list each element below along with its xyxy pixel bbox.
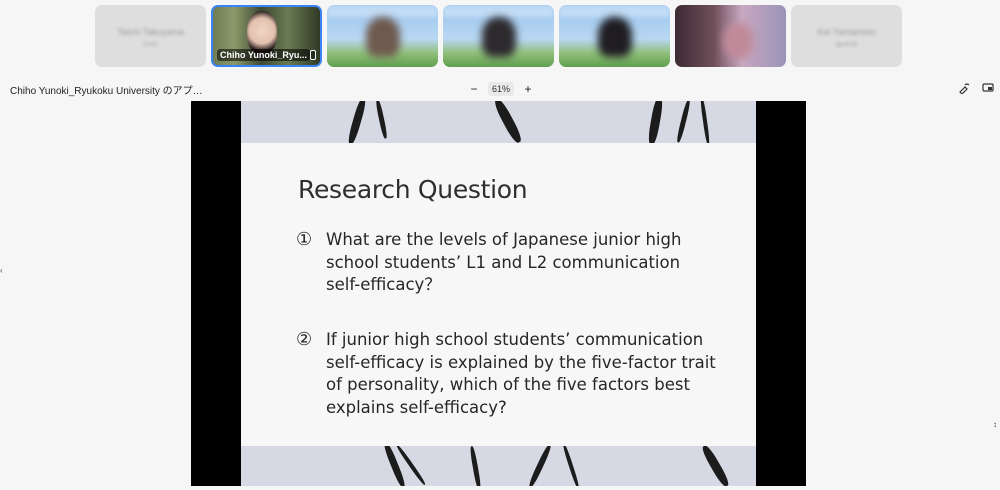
screen-share-icon bbox=[309, 50, 316, 60]
zoom-out-button[interactable]: − bbox=[468, 82, 480, 96]
participant-subtitle: (guest) bbox=[835, 41, 858, 48]
brush-stroke bbox=[492, 101, 524, 145]
slide-title: Research Question bbox=[298, 175, 528, 204]
brush-stroke bbox=[646, 101, 665, 146]
share-toolbar: Chiho Yunoki_Ryukoku University のアプ… − 6… bbox=[0, 80, 1000, 98]
participant-tile-4[interactable] bbox=[443, 5, 554, 67]
brush-stroke bbox=[675, 101, 692, 143]
presentation-slide: Research Question ① What are the levels … bbox=[241, 101, 756, 486]
brush-stroke bbox=[561, 443, 581, 486]
participant-name: Taichi Takuyama bbox=[117, 27, 184, 37]
participant-name: Kei Yamamoto bbox=[817, 27, 876, 37]
participant-subtitle: (me) bbox=[143, 41, 158, 48]
participant-name: Chiho Yunoki_Ryu... bbox=[217, 49, 310, 61]
participant-tile-active-speaker[interactable]: Chiho Yunoki_Ryu... bbox=[211, 5, 322, 67]
annotate-icon[interactable] bbox=[958, 82, 970, 94]
participant-video bbox=[723, 23, 753, 59]
participant-tile-3[interactable] bbox=[327, 5, 438, 67]
zoom-in-button[interactable]: + bbox=[522, 82, 534, 96]
question-number: ① bbox=[296, 229, 313, 250]
resize-handle-left[interactable]: ‹ bbox=[0, 266, 3, 275]
brush-stroke bbox=[382, 441, 407, 486]
zoom-controls: − 61% + bbox=[468, 80, 534, 98]
participant-strip: Taichi Takuyama (me) Chiho Yunoki_Ryu...… bbox=[0, 5, 1000, 67]
share-title: Chiho Yunoki_Ryukoku University のアプ… bbox=[10, 86, 203, 97]
participant-tile-6[interactable] bbox=[675, 5, 786, 67]
brush-stroke bbox=[699, 101, 711, 146]
participant-video bbox=[481, 17, 516, 57]
question-text: What are the levels of Japanese junior h… bbox=[326, 230, 682, 294]
research-question-1: ① What are the levels of Japanese junior… bbox=[296, 229, 736, 297]
question-text: If junior high school students’ communic… bbox=[326, 330, 716, 417]
resize-handle-right[interactable]: ↕ bbox=[993, 420, 997, 429]
brush-stroke bbox=[374, 101, 389, 140]
brush-stroke bbox=[527, 443, 553, 486]
participant-label: Chiho Yunoki_Ryu... bbox=[217, 48, 316, 62]
view-options-icon[interactable] bbox=[982, 82, 994, 94]
participant-tile-5[interactable] bbox=[559, 5, 670, 67]
brush-stroke bbox=[700, 443, 731, 486]
brush-stroke bbox=[346, 101, 368, 146]
participant-tile-7[interactable]: Kei Yamamoto (guest) bbox=[791, 5, 902, 67]
question-number: ② bbox=[296, 329, 313, 350]
participant-tile-1[interactable]: Taichi Takuyama (me) bbox=[95, 5, 206, 67]
research-question-2: ② If junior high school students’ commun… bbox=[296, 329, 736, 419]
shared-screen: Research Question ① What are the levels … bbox=[191, 101, 806, 486]
brush-stroke bbox=[469, 445, 482, 486]
participant-video bbox=[365, 17, 400, 57]
zoom-level[interactable]: 61% bbox=[488, 82, 515, 96]
participant-video bbox=[597, 17, 632, 57]
